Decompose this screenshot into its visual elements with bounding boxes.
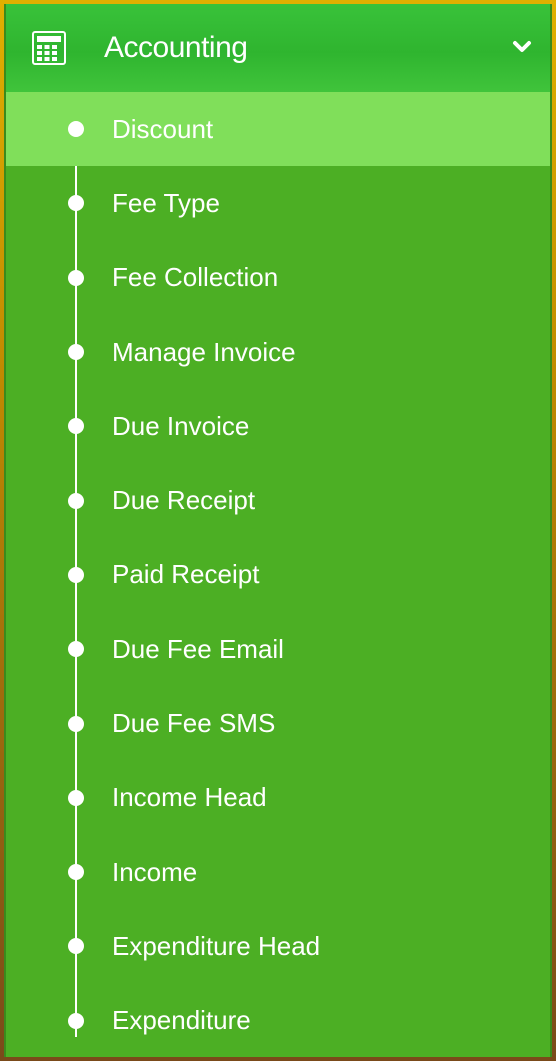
calculator-icon <box>32 31 66 65</box>
bullet-dot-icon <box>68 938 84 955</box>
menu-item-income[interactable]: Income <box>6 835 550 909</box>
bullet-dot-icon <box>68 344 84 361</box>
menu-item-paid-receipt[interactable]: Paid Receipt <box>6 538 550 612</box>
menu-item-label: Income <box>112 856 198 887</box>
accounting-menu-header[interactable]: Accounting <box>6 4 550 92</box>
bullet-dot-icon <box>68 418 84 435</box>
bullet-dot-icon <box>68 121 84 138</box>
menu-item-due-invoice[interactable]: Due Invoice <box>6 389 550 463</box>
menu-item-label: Due Fee SMS <box>112 708 276 739</box>
menu-item-label: Due Fee Email <box>112 633 284 664</box>
chevron-down-icon[interactable] <box>512 40 532 54</box>
bullet-dot-icon <box>68 1012 84 1029</box>
menu-item-due-receipt[interactable]: Due Receipt <box>6 463 550 537</box>
menu-item-label: Discount <box>112 113 214 144</box>
bullet-dot-icon <box>68 864 84 881</box>
menu-item-fee-type[interactable]: Fee Type <box>6 166 550 240</box>
menu-item-label: Fee Collection <box>112 262 279 293</box>
menu-item-discount[interactable]: Discount <box>6 92 550 167</box>
bullet-dot-icon <box>68 641 84 658</box>
menu-item-label: Expenditure Head <box>112 930 321 961</box>
menu-item-manage-invoice[interactable]: Manage Invoice <box>6 315 550 389</box>
menu-item-label: Fee Type <box>112 187 220 218</box>
menu-item-label: Due Receipt <box>112 485 256 516</box>
menu-item-income-head[interactable]: Income Head <box>6 761 550 835</box>
menu-item-label: Manage Invoice <box>112 336 296 367</box>
menu-item-label: Due Invoice <box>112 410 250 441</box>
menu-item-label: Expenditure <box>112 1005 251 1036</box>
menu-item-expenditure-head[interactable]: Expenditure Head <box>6 909 550 983</box>
bullet-dot-icon <box>68 195 84 212</box>
accounting-menu-title: Accounting <box>104 31 248 64</box>
menu-item-due-fee-sms[interactable]: Due Fee SMS <box>6 686 550 760</box>
sidebar-menu-panel: Accounting Discount Fee Type Fee Collect… <box>4 4 552 1057</box>
menu-item-label: Paid Receipt <box>112 559 260 590</box>
menu-item-fee-collection[interactable]: Fee Collection <box>6 241 550 315</box>
menu-item-label: Income Head <box>112 782 267 813</box>
bullet-dot-icon <box>68 269 84 286</box>
bullet-dot-icon <box>68 492 84 509</box>
bullet-dot-icon <box>68 566 84 583</box>
bullet-dot-icon <box>68 789 84 806</box>
menu-item-expenditure[interactable]: Expenditure <box>6 984 550 1057</box>
accounting-submenu-list: Discount Fee Type Fee Collection Manage … <box>6 92 550 1057</box>
bullet-dot-icon <box>68 715 84 732</box>
menu-item-due-fee-email[interactable]: Due Fee Email <box>6 612 550 686</box>
